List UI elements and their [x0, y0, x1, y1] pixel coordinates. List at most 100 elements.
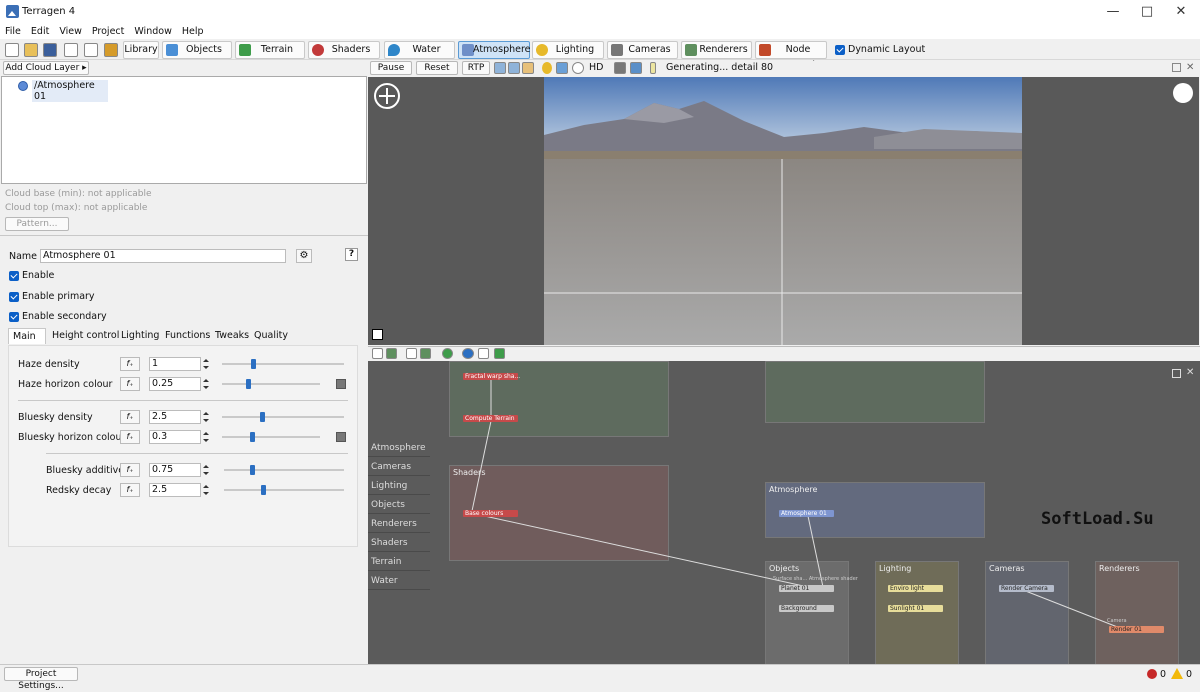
- rtp-button[interactable]: RTP: [462, 61, 490, 75]
- project-settings-button[interactable]: Project Settings...: [4, 667, 78, 691]
- pattern-button[interactable]: Pattern...: [5, 217, 69, 231]
- warning-icon[interactable]: [1171, 668, 1183, 679]
- category-terrain[interactable]: Terrain: [368, 553, 430, 571]
- 3d-preview-icon[interactable]: [84, 43, 98, 57]
- bluesky-additive-slider[interactable]: [224, 465, 344, 475]
- tab-objects[interactable]: Objects: [162, 41, 232, 59]
- refresh-icon[interactable]: [442, 348, 453, 359]
- sun-position-icon[interactable]: [1173, 83, 1193, 103]
- render-view-icon[interactable]: [64, 43, 78, 57]
- function-button[interactable]: f₊: [120, 430, 140, 444]
- tab-renderers[interactable]: Renderers: [681, 41, 752, 59]
- tab-quality[interactable]: Quality: [250, 328, 292, 344]
- node-fractal-warp[interactable]: Fractal warp sha...: [463, 373, 520, 380]
- haze-density-slider[interactable]: [222, 359, 344, 369]
- clouds-toggle-icon[interactable]: [556, 62, 568, 74]
- node-background[interactable]: Background: [779, 605, 834, 612]
- menu-project[interactable]: Project: [87, 24, 130, 39]
- redsky-decay-input[interactable]: 2.5: [149, 483, 201, 497]
- connect-icon[interactable]: [494, 348, 505, 359]
- menu-file[interactable]: File: [0, 24, 26, 39]
- slider-thumb[interactable]: [246, 379, 251, 389]
- bluesky-horizon-slider[interactable]: [222, 432, 320, 442]
- category-shaders[interactable]: Shaders: [368, 534, 430, 552]
- settings-toggle-icon[interactable]: [572, 62, 584, 74]
- spinner[interactable]: [201, 430, 210, 444]
- node-compute-terrain[interactable]: Compute Terrain: [463, 415, 518, 422]
- error-icon[interactable]: [1147, 669, 1157, 679]
- save-project-icon[interactable]: [43, 43, 57, 57]
- spinner[interactable]: [201, 410, 210, 424]
- function-button[interactable]: f₊: [120, 463, 140, 477]
- preview-mode-icon[interactable]: [522, 62, 534, 74]
- render-view[interactable]: [368, 77, 1199, 345]
- category-water[interactable]: Water: [368, 572, 430, 590]
- close-button[interactable]: ✕: [1164, 0, 1198, 24]
- compass-icon[interactable]: [374, 83, 400, 109]
- tab-lighting[interactable]: Lighting: [532, 41, 604, 59]
- new-project-icon[interactable]: [5, 43, 19, 57]
- node-render-camera[interactable]: Render Camera: [999, 585, 1054, 592]
- render-preview-image[interactable]: [544, 77, 1022, 345]
- function-button[interactable]: f₊: [120, 483, 140, 497]
- spinner[interactable]: [201, 483, 210, 497]
- haze-horizon-slider[interactable]: [222, 379, 320, 389]
- haze-horizon-colour-input[interactable]: 0.25: [149, 377, 201, 391]
- bluesky-additive-input[interactable]: 0.75: [149, 463, 201, 477]
- slider-thumb[interactable]: [260, 412, 265, 422]
- bluesky-density-slider[interactable]: [222, 412, 344, 422]
- node-network-view[interactable]: Shaders Atmosphere Objects Lighting Came…: [368, 361, 1200, 664]
- menu-window[interactable]: Window: [129, 24, 176, 39]
- pen-icon[interactable]: [614, 62, 626, 74]
- add-image-node-icon[interactable]: [386, 348, 397, 359]
- tab-main[interactable]: Main: [8, 328, 46, 344]
- tab-terrain[interactable]: Terrain: [235, 41, 305, 59]
- slider-thumb[interactable]: [261, 485, 266, 495]
- tab-water[interactable]: Water: [384, 41, 455, 59]
- category-objects[interactable]: Objects: [368, 496, 430, 514]
- node-render[interactable]: Render 01: [1109, 626, 1164, 633]
- slider-thumb[interactable]: [251, 359, 256, 369]
- tab-atmosphere[interactable]: Atmosphere: [458, 41, 531, 59]
- camera-move-icon[interactable]: [630, 62, 642, 74]
- tab-cameras[interactable]: Cameras: [607, 41, 678, 59]
- node-base-colours[interactable]: Base colours: [463, 510, 518, 517]
- haze-density-input[interactable]: 1: [149, 357, 201, 371]
- tab-library[interactable]: Library: [123, 41, 159, 59]
- preview-mode-icon[interactable]: [508, 62, 520, 74]
- minimize-button[interactable]: —: [1096, 0, 1130, 24]
- sun-toggle-icon[interactable]: [542, 62, 552, 74]
- restore-panel-icon[interactable]: [1172, 63, 1181, 72]
- dynamic-layout-checkbox[interactable]: [835, 45, 845, 55]
- node-sunlight[interactable]: Sunlight 01: [888, 605, 943, 612]
- function-button[interactable]: f₊: [120, 410, 140, 424]
- add-image-node-icon[interactable]: [420, 348, 431, 359]
- slider-thumb[interactable]: [250, 465, 255, 475]
- maximize-button[interactable]: □: [1130, 0, 1164, 24]
- colour-swatch[interactable]: [336, 379, 346, 389]
- tab-tweaks[interactable]: Tweaks: [211, 328, 253, 344]
- crop-icon[interactable]: [372, 329, 383, 340]
- enable-primary-checkbox[interactable]: [9, 292, 19, 302]
- menu-help[interactable]: Help: [177, 24, 209, 39]
- fit-view-icon[interactable]: [478, 348, 489, 359]
- name-input[interactable]: Atmosphere 01: [40, 249, 286, 263]
- restore-panel-icon[interactable]: [1172, 369, 1181, 378]
- node-atmosphere[interactable]: Atmosphere 01: [779, 510, 834, 517]
- menu-edit[interactable]: Edit: [26, 24, 54, 39]
- spinner[interactable]: [201, 463, 210, 477]
- category-lighting[interactable]: Lighting: [368, 477, 430, 495]
- redsky-decay-slider[interactable]: [224, 485, 344, 495]
- preview-mode-icon[interactable]: [494, 62, 506, 74]
- tab-shaders[interactable]: Shaders: [308, 41, 380, 59]
- bluesky-density-input[interactable]: 2.5: [149, 410, 201, 424]
- spinner[interactable]: [201, 357, 210, 371]
- hd-button[interactable]: HD: [589, 62, 603, 73]
- function-button[interactable]: f₊: [120, 357, 140, 371]
- enable-checkbox[interactable]: [9, 271, 19, 281]
- open-project-icon[interactable]: [24, 43, 38, 57]
- eye-icon[interactable]: [462, 348, 474, 359]
- category-cameras[interactable]: Cameras: [368, 458, 430, 476]
- help-button[interactable]: ?: [345, 248, 358, 261]
- tab-height-control[interactable]: Height control: [48, 328, 123, 344]
